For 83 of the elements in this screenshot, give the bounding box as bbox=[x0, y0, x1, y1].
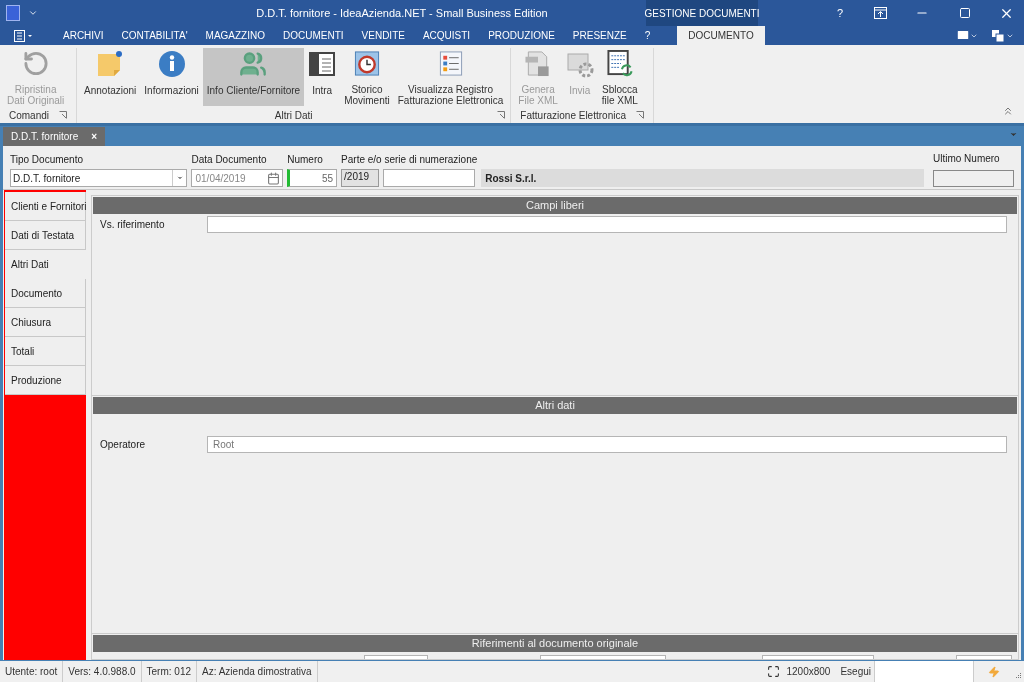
document-tab[interactable]: D.D.T. fornitore × bbox=[3, 127, 105, 146]
section-header: Altri dati bbox=[93, 397, 1017, 414]
sidebar-item[interactable]: Dati di Testata bbox=[5, 221, 86, 250]
ribbon-button[interactable]: Annotazioni bbox=[80, 48, 141, 106]
field-label: Ultimo Numero bbox=[933, 152, 1001, 166]
ribbon-display-icon[interactable] bbox=[874, 7, 887, 19]
menu-tab[interactable]: DOCUMENTI bbox=[274, 26, 353, 45]
quick-access-icon[interactable] bbox=[28, 8, 38, 18]
ribbon-button[interactable]: Info Cliente/Fornitore bbox=[202, 48, 305, 106]
status-item: Utente: root bbox=[0, 661, 64, 682]
context-tab-header: GESTIONE DOCUMENTI bbox=[646, 0, 758, 26]
section-header: Riferimenti al documento originale bbox=[93, 635, 1017, 652]
app-icon[interactable] bbox=[6, 5, 20, 21]
clock-icon bbox=[352, 50, 381, 77]
menu-tab[interactable]: ACQUISTI bbox=[413, 26, 480, 45]
menu-tab[interactable]: MAGAZZINO bbox=[196, 26, 274, 45]
caret-icon bbox=[176, 174, 184, 182]
customer-name: Rossi S.r.l. bbox=[481, 169, 924, 187]
menu-tab[interactable]: ARCHIVI bbox=[54, 26, 113, 45]
menu-tab[interactable]: CONTABILITA' bbox=[112, 26, 197, 45]
menu-tab[interactable]: PRESENZE bbox=[563, 26, 636, 45]
caret-icon[interactable] bbox=[1009, 130, 1018, 139]
maximize-icon[interactable] bbox=[959, 7, 971, 19]
text-field[interactable]: Root bbox=[207, 436, 1007, 453]
collapse-ribbon-icon[interactable] bbox=[1002, 105, 1014, 117]
document-tab-label: D.D.T. fornitore bbox=[11, 130, 79, 144]
gear-icon bbox=[565, 50, 594, 78]
run-field[interactable] bbox=[874, 661, 974, 682]
field-label: Numero bbox=[287, 153, 324, 167]
ribbon-button[interactable]: Informazioni bbox=[140, 48, 203, 106]
ribbon-button[interactable]: Visualizza Registro Fatturazione Elettronica bbox=[393, 48, 508, 106]
series-field[interactable] bbox=[383, 169, 476, 187]
caret-icon[interactable] bbox=[970, 32, 978, 40]
dialog-launcher-icon[interactable] bbox=[497, 111, 506, 119]
people-icon bbox=[239, 50, 268, 78]
status-item: Term: 012 bbox=[141, 661, 197, 682]
file-menu-icon[interactable] bbox=[14, 30, 34, 42]
field-label: Data Documento bbox=[191, 153, 268, 167]
group-label: Altri Dati bbox=[274, 108, 313, 123]
menu-tab[interactable]: VENDITE bbox=[352, 26, 414, 45]
sidebar-item[interactable]: Chiusura bbox=[5, 308, 86, 337]
sticky-note-icon bbox=[96, 50, 125, 78]
group-label: Fatturazione Elettronica bbox=[520, 108, 626, 123]
section-header: Campi liberi bbox=[93, 197, 1017, 214]
caret-icon[interactable] bbox=[1006, 32, 1014, 40]
calendar-icon[interactable] bbox=[267, 171, 281, 185]
resolution-label: 1200x800 bbox=[786, 665, 831, 679]
resize-grip-icon[interactable] bbox=[1014, 672, 1022, 680]
windows-icon[interactable] bbox=[992, 30, 1004, 42]
mail-icon[interactable] bbox=[956, 28, 970, 42]
ribbon-button[interactable]: Storico Movimenti bbox=[340, 48, 394, 106]
text-field[interactable] bbox=[207, 216, 1007, 233]
undo-icon bbox=[21, 50, 50, 77]
sidebar-item[interactable]: Clienti e Fornitori bbox=[5, 192, 86, 221]
group-label: Comandi bbox=[9, 108, 50, 123]
sidebar-item[interactable]: Produzione bbox=[5, 366, 86, 395]
fullscreen-icon[interactable] bbox=[767, 665, 781, 678]
ribbon-button[interactable]: Sblocca file XML bbox=[597, 48, 642, 106]
dialog-launcher-icon[interactable] bbox=[636, 111, 644, 119]
help-button[interactable]: ? bbox=[820, 4, 860, 22]
close-tab-button[interactable]: × bbox=[91, 129, 97, 144]
info-icon bbox=[157, 50, 186, 78]
field-label: Parte e/o serie di numerazione bbox=[341, 153, 478, 167]
window-title: D.D.T. fornitore - IdeaAzienda.NET - Small Business Edition bbox=[256, 5, 548, 21]
field-label: Operatore bbox=[100, 438, 147, 452]
field-label: Tipo Documento bbox=[10, 153, 84, 167]
dialog-launcher-icon[interactable] bbox=[59, 111, 68, 119]
sheet-refresh-icon bbox=[605, 50, 634, 77]
document-type-dropdown[interactable]: D.D.T. fornitore bbox=[10, 169, 188, 187]
menu-tab[interactable]: PRODUZIONE bbox=[479, 26, 564, 45]
panel-icon bbox=[308, 50, 337, 78]
field-label: Vs. riferimento bbox=[100, 218, 166, 232]
menu-tab[interactable]: DOCUMENTO bbox=[677, 26, 765, 45]
number-field[interactable]: 55 bbox=[287, 169, 338, 187]
date-field[interactable]: 01/04/2019 bbox=[191, 169, 284, 187]
status-item: Vers: 4.0.988.0 bbox=[63, 661, 142, 682]
series-prefix-field: /2019 bbox=[341, 169, 380, 187]
menu-tab[interactable]: ? bbox=[635, 26, 660, 45]
sidebar-item[interactable]: Documento bbox=[5, 279, 86, 308]
ribbon-button[interactable]: Intra bbox=[304, 48, 341, 106]
status-item: Az: Azienda dimostrativa bbox=[197, 661, 318, 682]
run-label: Esegui bbox=[840, 665, 871, 679]
sidebar-item[interactable]: Totali bbox=[5, 337, 86, 366]
